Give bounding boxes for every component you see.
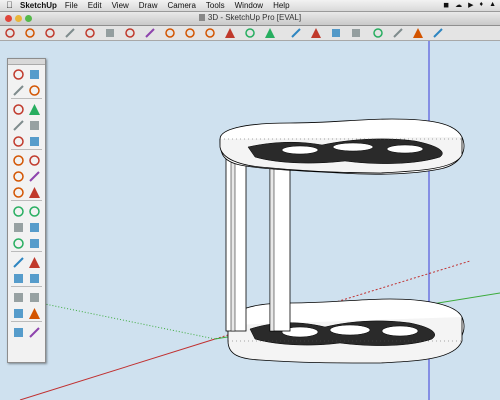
offset-icon[interactable] <box>28 186 41 199</box>
select-icon[interactable] <box>4 27 16 39</box>
zoom-icon[interactable] <box>12 272 25 285</box>
freehand-icon[interactable] <box>28 135 41 148</box>
rectangle-icon[interactable] <box>44 27 56 39</box>
polygon-icon[interactable] <box>84 27 96 39</box>
zoom-icon[interactable] <box>330 27 342 39</box>
status-icon-c[interactable]: ▶ <box>468 1 473 9</box>
palette-separator <box>11 251 42 252</box>
axes-icon[interactable] <box>12 237 25 250</box>
status-icon-a[interactable]: ◼ <box>443 1 449 9</box>
paint-bucket-icon[interactable] <box>264 27 276 39</box>
component-icon[interactable] <box>28 68 41 81</box>
window-title: 3D - SketchUp Pro [EVAL] <box>0 13 500 22</box>
main-toolbar <box>0 26 500 41</box>
rotate-icon[interactable] <box>12 170 25 183</box>
red-axis <box>19 338 216 400</box>
push-pull-icon[interactable] <box>28 154 41 167</box>
push-pull-icon[interactable] <box>124 27 136 39</box>
extensions-icon[interactable] <box>432 27 444 39</box>
circle-icon[interactable] <box>12 119 25 132</box>
tape-measure-icon[interactable] <box>244 27 256 39</box>
menu-edit[interactable]: Edit <box>88 1 102 10</box>
paint-icon[interactable] <box>12 84 25 97</box>
menu-view[interactable]: View <box>112 1 129 10</box>
palette-separator <box>11 200 42 201</box>
eraser-icon[interactable] <box>24 27 36 39</box>
palette-separator <box>11 321 42 322</box>
zoom-window-icon[interactable] <box>28 272 41 285</box>
move-icon[interactable] <box>12 154 25 167</box>
3d-viewport[interactable] <box>0 41 500 400</box>
palette-separator <box>11 149 42 150</box>
window-title-bar: 3D - SketchUp Pro [EVAL] <box>0 12 500 26</box>
look-around-icon[interactable] <box>12 326 25 339</box>
warehouse-icon[interactable] <box>392 27 404 39</box>
green-axis-dashed <box>39 302 216 340</box>
window-title-text: 3D - SketchUp Pro [EVAL] <box>207 13 302 22</box>
follow-me-icon[interactable] <box>144 27 156 39</box>
pillars <box>225 146 291 332</box>
menu-tools[interactable]: Tools <box>206 1 225 10</box>
select-icon[interactable] <box>12 68 25 81</box>
top-ring <box>219 118 465 175</box>
status-icon-d[interactable]: ♦ <box>479 1 483 9</box>
menu-app-name[interactable]: SketchUp <box>20 1 57 10</box>
menu-draw[interactable]: Draw <box>139 1 158 10</box>
menu-window[interactable]: Window <box>235 1 263 10</box>
move-icon[interactable] <box>164 27 176 39</box>
circle-icon[interactable] <box>64 27 76 39</box>
rectangle-icon[interactable] <box>12 103 25 116</box>
menu-camera[interactable]: Camera <box>167 1 195 10</box>
zoom-extents-icon[interactable] <box>12 291 25 304</box>
polygon-icon[interactable] <box>12 135 25 148</box>
scale-icon[interactable] <box>12 186 25 199</box>
menu-bar:  SketchUp File Edit View Draw Camera To… <box>0 0 500 12</box>
pan-icon[interactable] <box>310 27 322 39</box>
status-icon-b[interactable]: ☁ <box>455 1 462 9</box>
menu-status-area: ◼ ☁ ▶ ♦ ▲ <box>443 1 496 9</box>
3d-text-icon[interactable] <box>28 237 41 250</box>
arc-icon[interactable] <box>28 119 41 132</box>
menu-help[interactable]: Help <box>273 1 289 10</box>
rotate-icon[interactable] <box>184 27 196 39</box>
arc-icon[interactable] <box>104 27 116 39</box>
section-plane-icon[interactable] <box>28 326 41 339</box>
walk-icon[interactable] <box>28 307 41 320</box>
protractor-icon[interactable] <box>12 221 25 234</box>
previous-icon[interactable] <box>28 291 41 304</box>
tool-palette <box>7 58 46 363</box>
tape-measure-icon[interactable] <box>12 205 25 218</box>
menu-file[interactable]: File <box>65 1 78 10</box>
components-icon[interactable] <box>372 27 384 39</box>
share-icon[interactable] <box>412 27 424 39</box>
palette-drag-handle[interactable] <box>8 59 45 65</box>
follow-me-icon[interactable] <box>28 170 41 183</box>
apple-icon[interactable]:  <box>6 1 16 10</box>
model-canvas[interactable] <box>0 41 500 400</box>
bottom-ring <box>227 298 465 364</box>
palette-separator <box>11 286 42 287</box>
line-icon[interactable] <box>28 103 41 116</box>
text-icon[interactable] <box>28 221 41 234</box>
scale-icon[interactable] <box>204 27 216 39</box>
dimension-icon[interactable] <box>28 205 41 218</box>
orbit-icon[interactable] <box>290 27 302 39</box>
zoom-extents-icon[interactable] <box>350 27 362 39</box>
status-icon-e[interactable]: ▲ <box>489 1 496 9</box>
orbit-icon[interactable] <box>12 256 25 269</box>
palette-separator <box>11 98 42 99</box>
document-icon <box>198 14 205 22</box>
pan-icon[interactable] <box>28 256 41 269</box>
offset-icon[interactable] <box>224 27 236 39</box>
eraser-icon[interactable] <box>28 84 41 97</box>
position-camera-icon[interactable] <box>12 307 25 320</box>
